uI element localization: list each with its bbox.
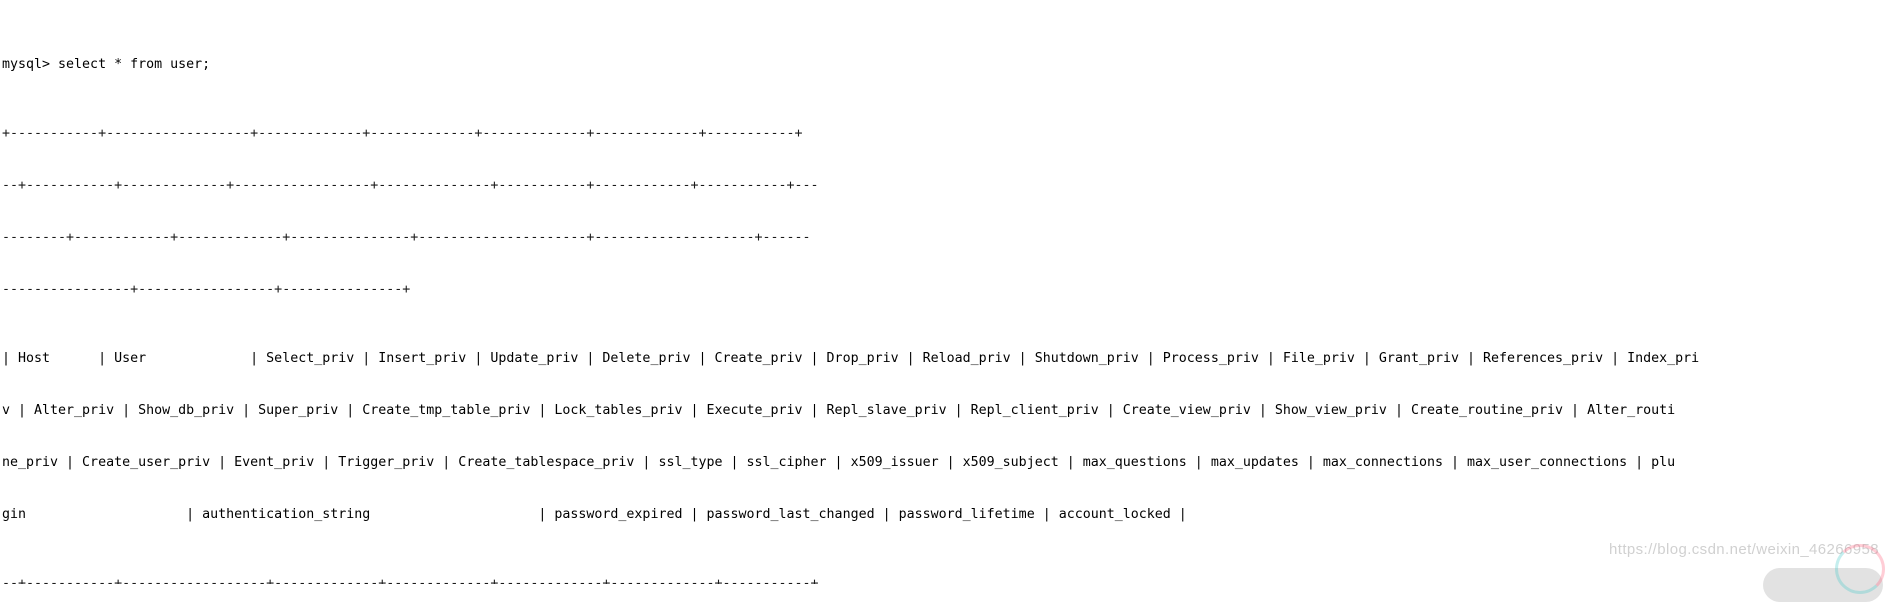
column-header-line-4: gin | authentication_string | password_e… xyxy=(2,506,1187,522)
column-header-line-2: v | Alter_priv | Show_db_priv | Super_pr… xyxy=(2,402,1676,418)
prompt-line: mysql> select * from user; xyxy=(2,56,211,72)
top-border-rule-segment-2: --+-----------+-------------+-----------… xyxy=(2,177,819,193)
column-header-line-1: | Host | User | Select_priv | Insert_pri… xyxy=(2,350,1700,366)
mysql-terminal-output[interactable]: mysql> select * from user; +-----------+… xyxy=(0,0,1893,584)
top-border-rule-segment-3: --------+------------+-------------+----… xyxy=(2,229,811,245)
header-border-rule-segment-1: --+-----------+------------------+------… xyxy=(2,575,819,584)
top-border-rule-segment-1: +-----------+------------------+--------… xyxy=(2,126,803,142)
column-header-line-3: ne_priv | Create_user_priv | Event_priv … xyxy=(2,454,1676,470)
top-border-rule-segment-4: ----------------+-----------------+-----… xyxy=(2,281,411,297)
